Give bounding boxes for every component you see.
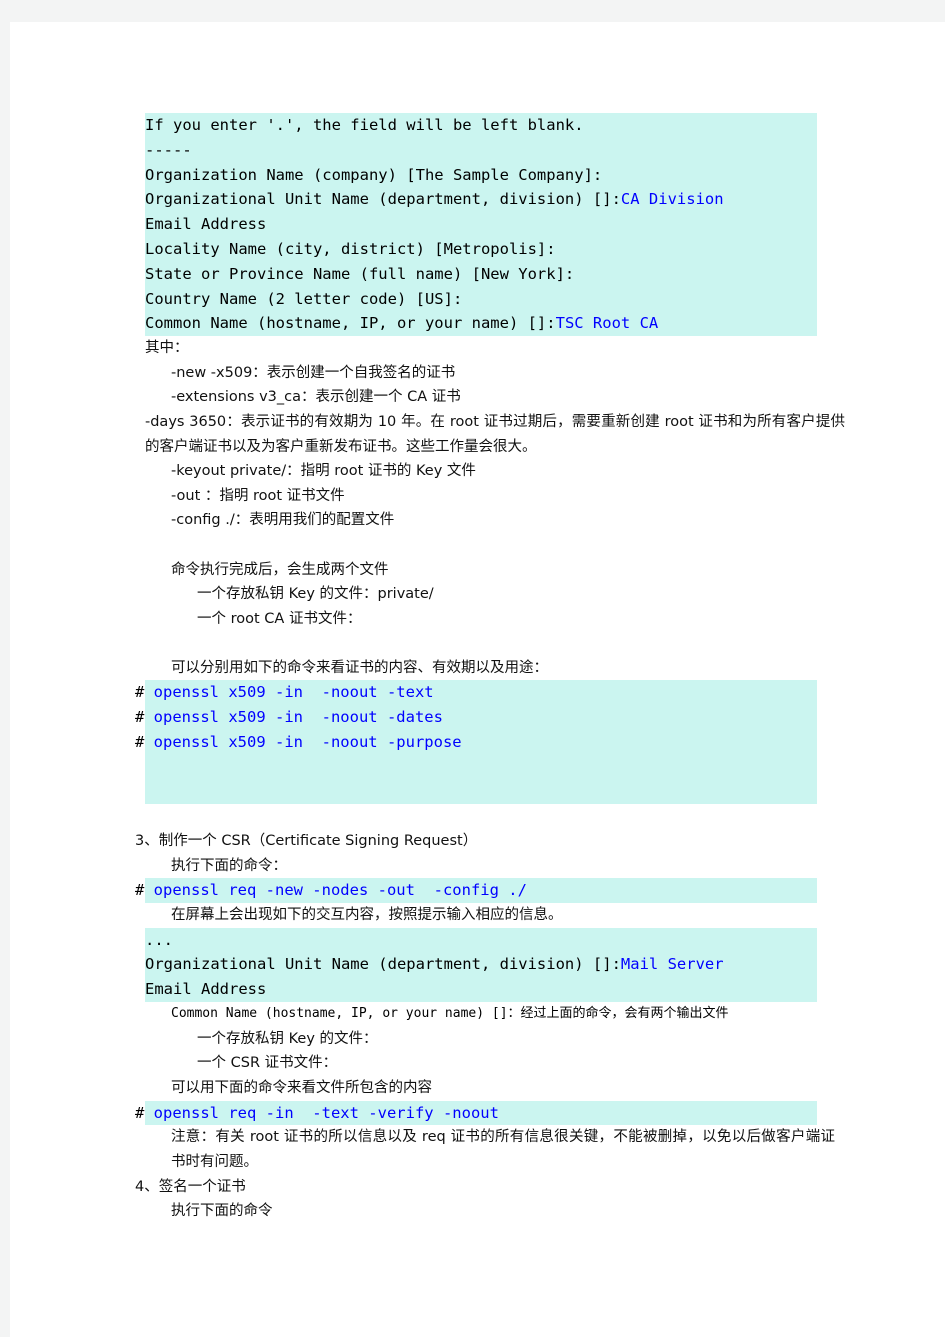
explain-opt-days: -days 3650：表示证书的有效期为 10 年。在 root 证书过期后，需… bbox=[145, 413, 845, 455]
csr-prompt-org-unit-label: Organizational Unit Name (department, di… bbox=[145, 955, 621, 974]
shell-prompt-icon: # bbox=[135, 683, 154, 702]
x509-command-2-text: openssl x509 -in -noout -dates bbox=[153, 708, 443, 727]
csr-result-view-heading: 可以用下面的命令来看文件所包含的内容 bbox=[171, 1080, 432, 1097]
csr-prompt-org-unit-value: Mail Server bbox=[620, 955, 724, 974]
x509-command-3: # openssl x509 -in -noout -purpose bbox=[135, 730, 817, 755]
csr-prompt-email-address: Email Address bbox=[145, 980, 267, 999]
explain-opt-config: -config ./：表明用我们的配置文件 bbox=[171, 512, 395, 529]
x509-command-1-text: openssl x509 -in -noout -text bbox=[153, 683, 434, 702]
ca-prompt-country-name: Country Name (2 letter code) [US]: bbox=[145, 289, 463, 308]
explain-result-heading: 命令执行完成后，会生成两个文件 bbox=[171, 561, 389, 578]
csr-result-item-2: 一个 CSR 证书文件： bbox=[197, 1055, 338, 1072]
csr-result-item-1: 一个存放私钥 Key 的文件： bbox=[197, 1030, 378, 1047]
explain-result-item-1: 一个存放私钥 Key 的文件：private/ bbox=[197, 586, 434, 603]
ca-prompt-common-name-value: TSC Root CA bbox=[555, 314, 659, 333]
req-command-text: openssl req -in -text -verify -noout bbox=[153, 1103, 499, 1122]
csr-prompt-block: ... Organizational Unit Name (department… bbox=[145, 927, 817, 1003]
section-sign-subheading: 执行下面的命令 bbox=[171, 1203, 273, 1220]
ca-prompt-block: If you enter '.', the field will be left… bbox=[145, 113, 817, 337]
ca-prompt-email-address: Email Address bbox=[145, 215, 267, 234]
x509-command-2: # openssl x509 -in -noout -dates bbox=[135, 705, 817, 730]
ca-prompt-separator: ----- bbox=[145, 140, 192, 159]
page-sheet: If you enter '.', the field will be left… bbox=[10, 22, 945, 1337]
x509-block-pad-2 bbox=[145, 779, 817, 805]
explain-result-item-2: 一个 root CA 证书文件： bbox=[197, 610, 362, 627]
csr-command: # openssl req -new -nodes -out -config .… bbox=[135, 878, 817, 903]
warning-note: 注意：有关 root 证书的所以信息以及 req 证书的所有信息很关键，不能被删… bbox=[171, 1129, 835, 1170]
explain-heading: 其中： bbox=[145, 340, 189, 357]
x509-block-pad-1 bbox=[145, 754, 817, 780]
csr-command-block: # openssl req -new -nodes -out -config .… bbox=[135, 878, 817, 904]
page-frame: If you enter '.', the field will be left… bbox=[0, 0, 945, 1337]
ca-prompt-line-1: If you enter '.', the field will be left… bbox=[145, 116, 584, 134]
csr-command-text: openssl req -new -nodes -out -config ./ bbox=[153, 881, 527, 900]
explain-opt-new-x509: -new -x509：表示创建一个自我签名的证书 bbox=[171, 364, 456, 381]
ca-prompt-org-unit-value: CA Division bbox=[620, 190, 724, 209]
explain-view-heading: 可以分别用如下的命令来看证书的内容、有效期以及用途： bbox=[171, 659, 548, 676]
ca-prompt-common-name: Common Name (hostname, IP, or your name)… bbox=[145, 311, 817, 336]
section-csr-heading: 3、制作一个 CSR（Certificate Signing Request） bbox=[135, 833, 478, 850]
shell-prompt-icon: # bbox=[135, 733, 154, 752]
explain-opt-extensions: -extensions v3_ca：表示创建一个 CA 证书 bbox=[171, 389, 461, 406]
ca-prompt-organization-name: Organization Name (company) [The Sample … bbox=[145, 165, 603, 184]
ca-prompt-state-name: State or Province Name (full name) [New … bbox=[145, 264, 575, 283]
section-csr-note: 在屏幕上会出现如下的交互内容，按照提示输入相应的信息。 bbox=[171, 907, 563, 924]
ca-prompt-org-unit-label: Organizational Unit Name (department, di… bbox=[145, 190, 621, 209]
explain-opt-out: -out ：指明 root 证书文件 bbox=[171, 487, 345, 504]
csr-prompt-org-unit-name: Organizational Unit Name (department, di… bbox=[145, 952, 817, 977]
shell-prompt-icon: # bbox=[135, 881, 154, 900]
csr-prompt-ellipsis: ... bbox=[145, 930, 173, 949]
section-csr-subheading: 执行下面的命令： bbox=[171, 857, 287, 874]
ca-prompt-common-name-label: Common Name (hostname, IP, or your name)… bbox=[145, 314, 556, 333]
req-command: # openssl req -in -text -verify -noout bbox=[135, 1101, 817, 1126]
x509-command-1: # openssl x509 -in -noout -text bbox=[135, 680, 817, 705]
explain-opt-keyout: -keyout private/：指明 root 证书的 Key 文件 bbox=[171, 463, 476, 480]
ca-prompt-org-unit-name: Organizational Unit Name (department, di… bbox=[145, 187, 817, 212]
csr-result-common-name: Common Name (hostname, IP, or your name)… bbox=[171, 1006, 729, 1022]
req-command-block: # openssl req -in -text -verify -noout bbox=[135, 1100, 817, 1126]
x509-command-block: # openssl x509 -in -noout -text # openss… bbox=[135, 680, 817, 805]
shell-prompt-icon: # bbox=[135, 1103, 154, 1122]
ca-prompt-locality-name: Locality Name (city, district) [Metropol… bbox=[145, 239, 556, 258]
document-content: If you enter '.', the field will be left… bbox=[135, 113, 845, 1224]
shell-prompt-icon: # bbox=[135, 708, 154, 727]
section-sign-heading: 4、签名一个证书 bbox=[135, 1178, 246, 1195]
x509-command-3-text: openssl x509 -in -noout -purpose bbox=[153, 733, 462, 752]
